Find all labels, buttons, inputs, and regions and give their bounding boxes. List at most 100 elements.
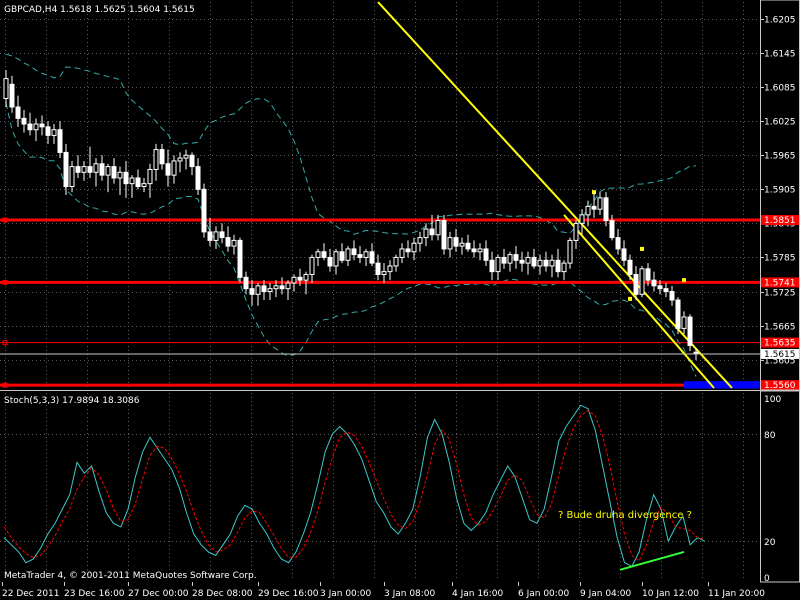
bearish-candle bbox=[555, 259, 561, 273]
bearish-candle bbox=[465, 242, 471, 250]
bullish-candle bbox=[507, 254, 513, 264]
bullish-candle bbox=[309, 256, 315, 275]
bullish-candle bbox=[171, 160, 177, 176]
bearish-candle bbox=[63, 151, 69, 187]
price-axis-label: 1.5665 bbox=[764, 323, 796, 333]
bullish-candle bbox=[117, 171, 123, 179]
bearish-candle bbox=[87, 166, 93, 173]
bearish-candle bbox=[165, 163, 171, 176]
bearish-candle bbox=[591, 205, 597, 210]
current-price-label: 1.5615 bbox=[764, 350, 796, 360]
bullish-candle bbox=[585, 205, 591, 216]
bearish-candle bbox=[243, 276, 249, 290]
bullish-candle bbox=[525, 256, 531, 264]
channel-anchor-handle[interactable] bbox=[640, 246, 644, 251]
bullish-candle bbox=[303, 273, 309, 281]
bullish-candle bbox=[255, 285, 261, 295]
bullish-candle bbox=[333, 251, 339, 267]
bullish-candle bbox=[267, 288, 273, 293]
bearish-candle bbox=[195, 166, 201, 190]
bullish-candle bbox=[393, 256, 399, 267]
bullish-candle bbox=[681, 316, 687, 329]
time-axis-label: 11 Jan 20:00 bbox=[708, 589, 765, 599]
bearish-candle bbox=[621, 248, 627, 261]
bearish-candle bbox=[15, 106, 21, 119]
bearish-candle bbox=[327, 256, 333, 267]
bullish-candle bbox=[141, 183, 147, 187]
price-axis-label: 1.6205 bbox=[764, 16, 796, 26]
bearish-candle bbox=[669, 291, 675, 301]
bullish-candle bbox=[381, 271, 387, 275]
bearish-candle bbox=[99, 163, 105, 176]
bearish-candle bbox=[633, 273, 639, 295]
bearish-candle bbox=[687, 316, 693, 346]
bullish-candle bbox=[3, 78, 9, 100]
bullish-candle bbox=[285, 282, 291, 290]
bullish-candle bbox=[81, 166, 87, 173]
time-axis-label: 10 Jan 12:00 bbox=[642, 589, 699, 599]
bullish-candle bbox=[147, 168, 153, 185]
bullish-candle bbox=[417, 237, 423, 244]
bearish-candle bbox=[375, 262, 381, 275]
bearish-candle bbox=[45, 126, 51, 136]
bullish-candle bbox=[345, 248, 351, 261]
bearish-candle bbox=[501, 256, 507, 264]
bearish-candle bbox=[531, 256, 537, 267]
symbol-header: GBPCAD,H4 1.5618 1.5625 1.5604 1.5615 bbox=[4, 5, 195, 15]
bearish-candle bbox=[9, 83, 15, 108]
bullish-candle bbox=[315, 251, 321, 258]
bearish-candle bbox=[453, 237, 459, 247]
bearish-candle bbox=[249, 288, 255, 295]
time-axis-label: 9 Jan 04:00 bbox=[580, 589, 632, 599]
price-axis-label: 1.5725 bbox=[764, 289, 796, 299]
bullish-candle bbox=[549, 259, 555, 267]
bullish-candle bbox=[597, 197, 603, 210]
price-axis-label: 1.5785 bbox=[764, 254, 796, 264]
chart-window: 1.6205 1.6145 1.6085 1.6025 1.5965 1.5905 1.58… bbox=[0, 0, 800, 600]
bearish-candle bbox=[429, 228, 435, 236]
bearish-candle bbox=[405, 248, 411, 253]
bullish-candle bbox=[477, 248, 483, 253]
time-axis-label: 3 Jan 00:00 bbox=[320, 589, 372, 599]
channel-anchor-handle[interactable] bbox=[628, 296, 632, 301]
bearish-candle bbox=[21, 117, 27, 125]
bearish-candle bbox=[651, 279, 657, 287]
bullish-candle bbox=[561, 262, 567, 273]
target-zone-box[interactable] bbox=[684, 381, 760, 389]
bearish-candle bbox=[615, 237, 621, 250]
bearish-candle bbox=[675, 299, 681, 329]
bullish-candle bbox=[93, 163, 99, 173]
bearish-candle bbox=[351, 248, 357, 256]
bearish-candle bbox=[225, 237, 231, 247]
stochastic-axis-label: 100 bbox=[764, 395, 781, 405]
bullish-candle bbox=[573, 222, 579, 241]
bullish-candle bbox=[399, 248, 405, 258]
bearish-candle bbox=[75, 166, 81, 173]
divergence-annotation[interactable]: ? Bude druha divergence ? bbox=[558, 510, 692, 521]
time-axis-label: 6 Jan 00:00 bbox=[518, 589, 570, 599]
bullish-candle bbox=[177, 157, 183, 162]
bullish-candle bbox=[579, 214, 585, 224]
bearish-candle bbox=[357, 254, 363, 258]
bullish-candle bbox=[33, 123, 39, 131]
level-price-label: 1.5741 bbox=[764, 278, 796, 288]
bullish-candle bbox=[411, 242, 417, 253]
time-axis-label: 4 Jan 16:00 bbox=[452, 589, 504, 599]
price-axis-label: 1.6025 bbox=[764, 118, 796, 128]
bearish-candle bbox=[489, 259, 495, 273]
bearish-candle bbox=[663, 288, 669, 293]
price-axis-label: 1.5965 bbox=[764, 152, 796, 162]
channel-anchor-handle[interactable] bbox=[682, 278, 686, 283]
bearish-candle bbox=[201, 188, 207, 233]
time-axis-label: 22 Dec 2011 bbox=[2, 589, 60, 599]
bearish-candle bbox=[159, 149, 165, 165]
bullish-candle bbox=[231, 239, 237, 247]
bearish-candle bbox=[297, 276, 303, 281]
bullish-candle bbox=[387, 265, 393, 273]
bearish-candle bbox=[57, 129, 63, 153]
bullish-candle bbox=[105, 166, 111, 176]
bearish-candle bbox=[441, 220, 447, 250]
stochastic-title: Stoch(5,3,3) 17.9894 18.3086 bbox=[4, 396, 140, 406]
time-axis-label: 29 Dec 16:00 bbox=[258, 589, 319, 599]
time-axis-label: 3 Jan 08:00 bbox=[384, 589, 436, 599]
